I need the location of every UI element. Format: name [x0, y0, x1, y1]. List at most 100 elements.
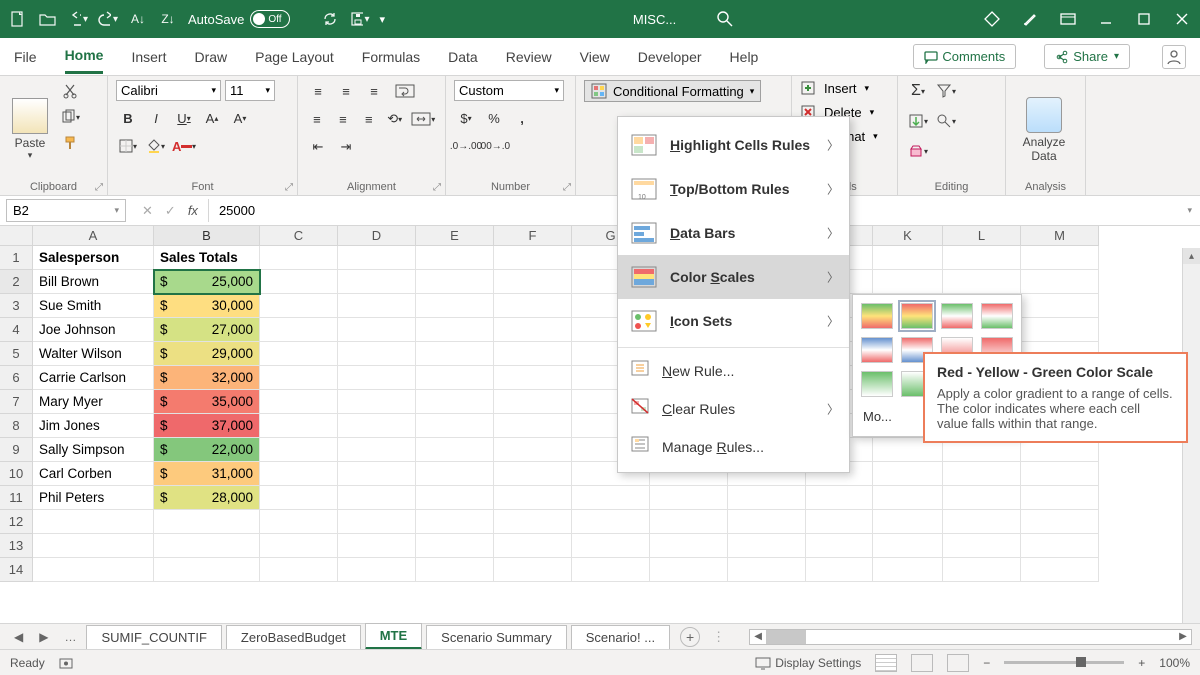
row-header[interactable]: 11: [0, 486, 33, 510]
bold-icon[interactable]: B: [116, 107, 140, 129]
underline-icon[interactable]: U▾: [172, 107, 196, 129]
col-header-C[interactable]: C: [260, 226, 338, 246]
col-header-B[interactable]: B: [154, 226, 260, 246]
copy-icon[interactable]: ▾: [58, 106, 82, 128]
cell[interactable]: [416, 462, 494, 486]
cell[interactable]: [260, 486, 338, 510]
cell[interactable]: Carl Corben: [33, 462, 154, 486]
cell[interactable]: Walter Wilson: [33, 342, 154, 366]
row-header[interactable]: 9: [0, 438, 33, 462]
cf-menu-item[interactable]: Icon Sets〉: [618, 299, 849, 343]
col-header-K[interactable]: K: [873, 226, 943, 246]
tab-home[interactable]: Home: [65, 39, 104, 74]
zoom-level[interactable]: 100%: [1159, 656, 1190, 670]
cell[interactable]: [494, 486, 572, 510]
cell[interactable]: [873, 510, 943, 534]
cell[interactable]: [416, 318, 494, 342]
cell[interactable]: [416, 486, 494, 510]
cell[interactable]: $25,000: [154, 270, 260, 294]
cell[interactable]: [1021, 486, 1099, 510]
col-header-D[interactable]: D: [338, 226, 416, 246]
cell[interactable]: [260, 438, 338, 462]
colorscale-swatch[interactable]: [861, 303, 893, 329]
decrease-font-icon[interactable]: A▾: [228, 107, 252, 129]
colorscale-swatch[interactable]: [861, 337, 893, 363]
cell[interactable]: [806, 558, 873, 582]
col-header-F[interactable]: F: [494, 226, 572, 246]
cell[interactable]: [650, 534, 728, 558]
diamond-icon[interactable]: [982, 9, 1002, 29]
cell[interactable]: Carrie Carlson: [33, 366, 154, 390]
enter-formula-icon[interactable]: ✓: [165, 203, 176, 219]
fill-color-icon[interactable]: ▾: [144, 135, 168, 157]
cell[interactable]: [494, 534, 572, 558]
cell[interactable]: Jim Jones: [33, 414, 154, 438]
align-center-icon[interactable]: ≡: [332, 108, 354, 130]
cell[interactable]: $32,000: [154, 366, 260, 390]
cell[interactable]: [154, 510, 260, 534]
cell[interactable]: [494, 318, 572, 342]
tab-view[interactable]: View: [580, 41, 610, 73]
colorscale-swatch[interactable]: [941, 303, 973, 329]
align-right-icon[interactable]: ≡: [358, 108, 380, 130]
new-file-icon[interactable]: [8, 9, 28, 29]
cell[interactable]: [943, 486, 1021, 510]
cell[interactable]: [154, 558, 260, 582]
clear-icon[interactable]: ▾: [906, 140, 930, 162]
cell[interactable]: [338, 534, 416, 558]
sort-desc-icon[interactable]: Z↓: [158, 9, 178, 29]
sheet-tab-active[interactable]: MTE: [365, 623, 422, 650]
font-family-combo[interactable]: Calibri▾: [116, 80, 221, 101]
col-header-A[interactable]: A: [33, 226, 154, 246]
cell[interactable]: [338, 558, 416, 582]
cell[interactable]: [260, 366, 338, 390]
alignment-launcher-icon[interactable]: ⤢: [433, 182, 441, 193]
row-header[interactable]: 1: [0, 246, 33, 270]
cell[interactable]: [260, 294, 338, 318]
row-header[interactable]: 14: [0, 558, 33, 582]
cf-menu-item[interactable]: Data Bars〉: [618, 211, 849, 255]
cell[interactable]: [1021, 534, 1099, 558]
find-icon[interactable]: ▾: [934, 110, 958, 132]
wrap-text-icon[interactable]: [390, 80, 420, 102]
cell[interactable]: $28,000: [154, 486, 260, 510]
italic-icon[interactable]: I: [144, 107, 168, 129]
cell[interactable]: [943, 246, 1021, 270]
cell[interactable]: Bill Brown: [33, 270, 154, 294]
number-launcher-icon[interactable]: ⤢: [563, 182, 571, 193]
row-header[interactable]: 12: [0, 510, 33, 534]
cell[interactable]: $37,000: [154, 414, 260, 438]
cell[interactable]: [338, 342, 416, 366]
cell[interactable]: [260, 270, 338, 294]
cell[interactable]: [1021, 246, 1099, 270]
align-left-icon[interactable]: ≡: [306, 108, 328, 130]
cell[interactable]: [33, 534, 154, 558]
cell[interactable]: $31,000: [154, 462, 260, 486]
orientation-icon[interactable]: ⟲▾: [384, 108, 406, 130]
cell[interactable]: [873, 486, 943, 510]
cell[interactable]: [338, 486, 416, 510]
row-header[interactable]: 5: [0, 342, 33, 366]
cell[interactable]: [494, 294, 572, 318]
display-settings-button[interactable]: Display Settings: [755, 656, 861, 670]
account-icon[interactable]: [1162, 45, 1186, 69]
cell[interactable]: [338, 390, 416, 414]
sync-icon[interactable]: [320, 9, 340, 29]
colorscale-swatch[interactable]: [861, 371, 893, 397]
analyze-data-button[interactable]: Analyze Data: [1014, 80, 1074, 179]
zoom-slider[interactable]: [1004, 661, 1124, 664]
cell[interactable]: $22,000: [154, 438, 260, 462]
col-header-M[interactable]: M: [1021, 226, 1099, 246]
cell[interactable]: Joe Johnson: [33, 318, 154, 342]
cell[interactable]: [1021, 318, 1099, 342]
cell[interactable]: [338, 270, 416, 294]
row-header[interactable]: 4: [0, 318, 33, 342]
page-break-view-icon[interactable]: [947, 654, 969, 672]
cell[interactable]: $29,000: [154, 342, 260, 366]
cell[interactable]: [260, 510, 338, 534]
autosum-icon[interactable]: Σ▾: [906, 80, 930, 102]
cf-menu-item[interactable]: Manage Rules...: [618, 428, 849, 466]
decrease-indent-icon[interactable]: ⇤: [306, 136, 330, 158]
sheet-tab[interactable]: SUMIF_COUNTIF: [86, 625, 221, 649]
cell[interactable]: [943, 270, 1021, 294]
